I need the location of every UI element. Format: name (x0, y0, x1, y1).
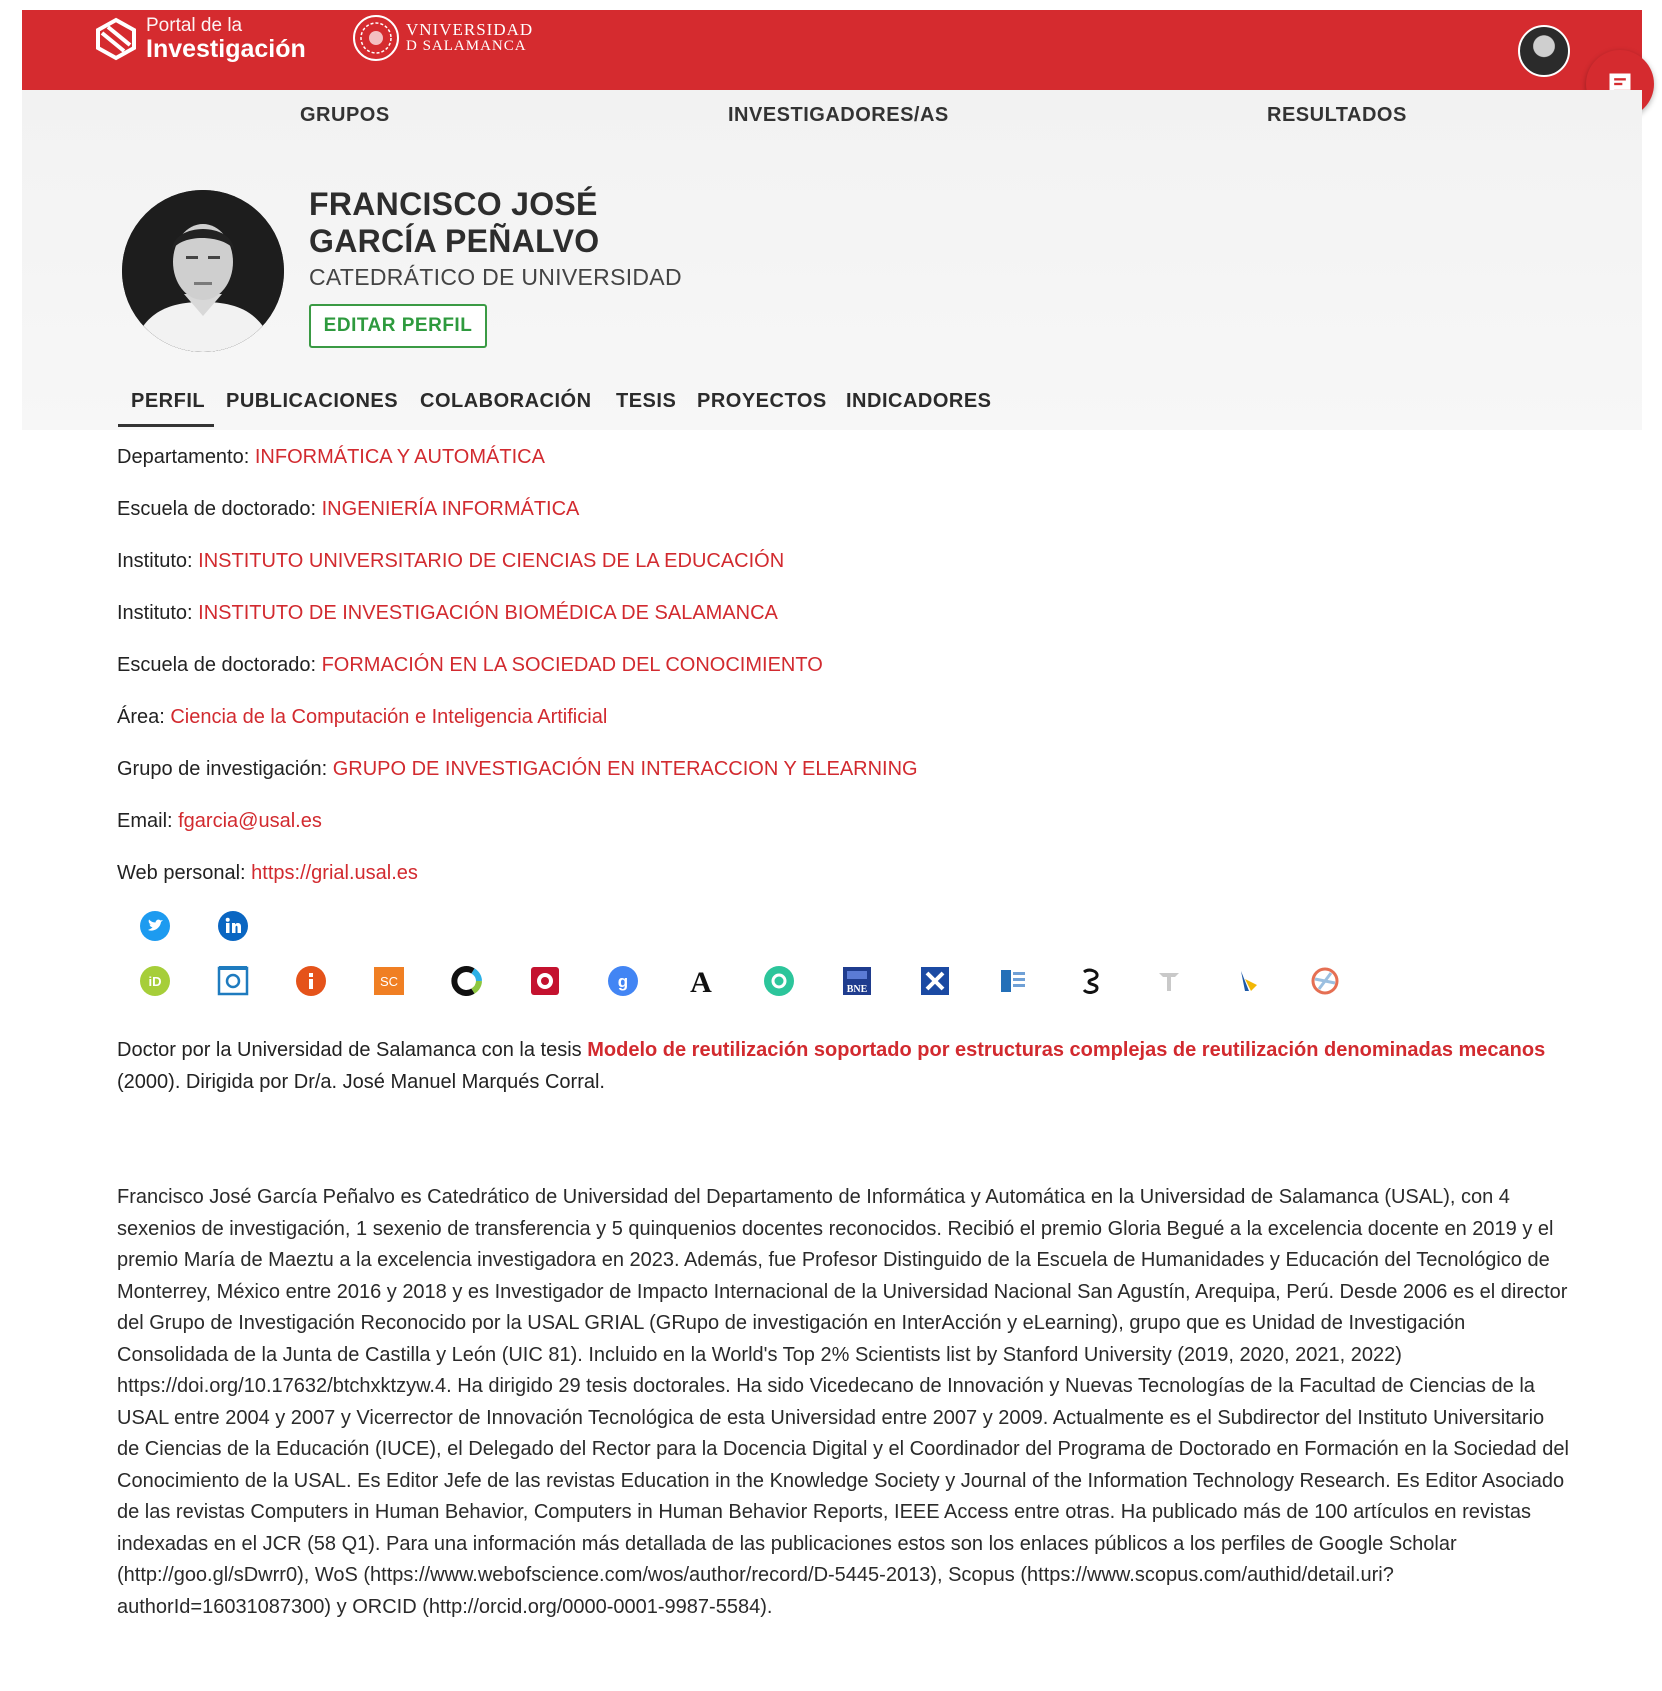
info-email: Email: fgarcia@usal.es (117, 810, 322, 833)
tab-proyectos[interactable]: PROYECTOS (697, 390, 827, 413)
active-tab-indicator (118, 424, 214, 427)
tab-colaboracion[interactable]: COLABORACIÓN (420, 390, 592, 413)
escuela-doctorado-2-link[interactable]: FORMACIÓN EN LA SOCIEDAD DEL CONOCIMIENT… (322, 654, 823, 676)
bne-icon[interactable]: BNE (840, 964, 874, 998)
info-label: Email: (117, 810, 179, 832)
semantic-scholar-icon[interactable] (1074, 964, 1108, 998)
thesis-info: Doctor por la Universidad de Salamanca c… (117, 1034, 1557, 1098)
gredos-icon[interactable] (1152, 964, 1186, 998)
info-label: Web personal: (117, 862, 252, 884)
profile-portrait-icon (122, 190, 284, 352)
nav-groups[interactable]: GRUPOS (300, 104, 390, 127)
portal-logo-line1: Portal de la (146, 15, 243, 36)
email-link[interactable]: fgarcia@usal.es (178, 810, 322, 832)
instituto-link[interactable]: INSTITUTO UNIVERSITARIO DE CIENCIAS DE L… (198, 550, 784, 572)
info-escuela-doctorado: Escuela de doctorado: INGENIERÍA INFORMÁ… (117, 498, 579, 521)
profile-photo (122, 190, 284, 352)
info-label: Escuela de doctorado: (117, 498, 322, 520)
info-escuela-doctorado-2: Escuela de doctorado: FORMACIÓN EN LA SO… (117, 654, 823, 677)
figshare-icon[interactable] (1308, 964, 1342, 998)
info-grupo: Grupo de investigación: GRUPO DE INVESTI… (117, 758, 918, 781)
nav-results[interactable]: RESULTADOS (1267, 104, 1407, 127)
profile-name-line1: FRANCISCO JOSÉ (309, 186, 598, 222)
svg-text:g: g (618, 972, 628, 991)
thesis-title-link[interactable]: Modelo de reutilización soportado por es… (587, 1039, 1545, 1061)
svg-text:iD: iD (149, 974, 162, 989)
tab-indicadores[interactable]: INDICADORES (846, 390, 992, 413)
profile-role: CATEDRÁTICO DE UNIVERSIDAD (309, 264, 682, 290)
grupo-link[interactable]: GRUPO DE INVESTIGACIÓN EN INTERACCION Y … (333, 758, 918, 780)
profile-name-line2: GARCÍA PEÑALVO (309, 223, 600, 259)
info-label: Escuela de doctorado: (117, 654, 322, 676)
linkedin-icon[interactable] (216, 909, 250, 943)
info-area: Área: Ciencia de la Computación e Inteli… (117, 706, 607, 729)
svg-text:A: A (690, 966, 712, 997)
thesis-prefix: Doctor por la Universidad de Salamanca c… (117, 1039, 588, 1061)
info-departamento: Departamento: INFORMÁTICA Y AUTOMÁTICA (117, 446, 545, 469)
info-label: Grupo de investigación: (117, 758, 333, 780)
thesis-suffix: (2000). Dirigida por Dr/a. José Manuel M… (117, 1071, 605, 1093)
researchgate-icon[interactable] (294, 964, 328, 998)
scopus-icon[interactable] (216, 964, 250, 998)
mendeley-icon[interactable] (996, 964, 1030, 998)
svg-text:BNE: BNE (847, 984, 868, 995)
tab-perfil[interactable]: PERFIL (131, 390, 205, 413)
dialnet-icon[interactable] (528, 964, 562, 998)
departamento-link[interactable]: INFORMÁTICA Y AUTOMÁTICA (255, 446, 545, 468)
usal-logo-line2: D SALAMANCA (406, 38, 527, 55)
academia-icon[interactable]: A (684, 964, 718, 998)
info-label: Área: (117, 706, 171, 728)
info-instituto-2: Instituto: INSTITUTO DE INVESTIGACIÓN BI… (117, 602, 778, 625)
area-link[interactable]: Ciencia de la Computación e Inteligencia… (170, 706, 607, 728)
edit-profile-button[interactable]: EDITAR PERFIL (309, 304, 487, 348)
portal-logo[interactable]: Portal de la Investigación (94, 16, 306, 62)
usal-logo-line1: VNIVERSIDAD (406, 20, 534, 40)
tab-publicaciones[interactable]: PUBLICACIONES (226, 390, 398, 413)
scholar-icon[interactable]: SC (372, 964, 406, 998)
info-web: Web personal: https://grial.usal.es (117, 862, 418, 885)
info-label: Instituto: (117, 550, 199, 572)
crossref-icon[interactable] (450, 964, 484, 998)
info-instituto: Instituto: INSTITUTO UNIVERSITARIO DE CI… (117, 550, 784, 573)
profile-name: FRANCISCO JOSÉ GARCÍA PEÑALVO (309, 186, 599, 260)
svg-text:SC: SC (380, 974, 398, 989)
info-label: Departamento: (117, 446, 255, 468)
usal-logo[interactable]: VNIVERSIDAD D SALAMANCA (352, 14, 533, 62)
biography: Francisco José García Peñalvo es Catedrá… (117, 1186, 1569, 1618)
portal-logo-icon (96, 17, 136, 61)
google-scholar-icon[interactable]: g (606, 964, 640, 998)
user-avatar[interactable] (1518, 25, 1570, 77)
twitter-icon[interactable] (138, 909, 172, 943)
instituto-2-link[interactable]: INSTITUTO DE INVESTIGACIÓN BIOMÉDICA DE … (198, 602, 778, 624)
publons-icon[interactable] (762, 964, 796, 998)
loop-icon[interactable] (1230, 964, 1264, 998)
usal-seal-icon (353, 15, 399, 61)
nav-researchers[interactable]: INVESTIGADORES/AS (728, 104, 949, 127)
tab-tesis[interactable]: TESIS (616, 390, 676, 413)
webofscience-icon[interactable] (918, 964, 952, 998)
info-label: Instituto: (117, 602, 199, 624)
portal-logo-line2: Investigación (146, 35, 306, 63)
escuela-doctorado-link[interactable]: INGENIERÍA INFORMÁTICA (322, 498, 580, 520)
orcid-icon[interactable]: iD (138, 964, 172, 998)
web-link[interactable]: https://grial.usal.es (251, 862, 418, 884)
